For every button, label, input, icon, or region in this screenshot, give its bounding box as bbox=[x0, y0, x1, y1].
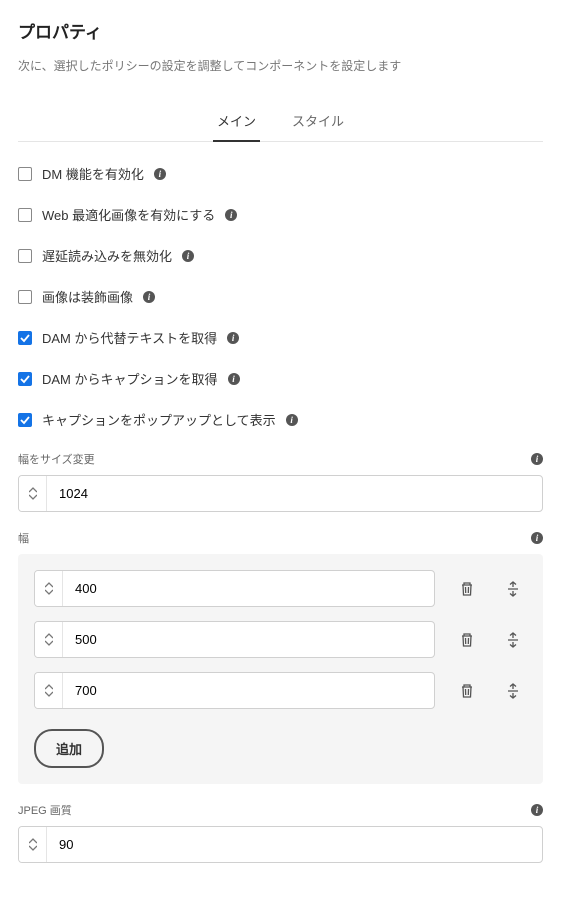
chevron-up-icon bbox=[29, 838, 37, 844]
tab-style[interactable]: スタイル bbox=[288, 103, 348, 142]
trash-icon bbox=[459, 632, 475, 648]
chevron-up-icon bbox=[45, 633, 53, 639]
checkbox-label-webopt: Web 最適化画像を有効にする bbox=[42, 205, 215, 224]
page-title: プロパティ bbox=[18, 18, 543, 43]
checkbox-row-damcaption: DAM からキャプションを取得 i bbox=[18, 369, 543, 388]
width-input[interactable] bbox=[63, 622, 434, 657]
chevron-up-icon bbox=[45, 582, 53, 588]
delete-button[interactable] bbox=[453, 575, 481, 603]
width-input-wrap bbox=[34, 570, 435, 607]
field-widths: 幅 i bbox=[18, 530, 543, 784]
checkbox-row-damalt: DAM から代替テキストを取得 i bbox=[18, 328, 543, 347]
info-icon[interactable]: i bbox=[286, 414, 298, 426]
checkbox-row-popupcaption: キャプションをポップアップとして表示 i bbox=[18, 410, 543, 429]
reorder-button[interactable] bbox=[499, 677, 527, 705]
width-row bbox=[34, 672, 527, 709]
tab-main[interactable]: メイン bbox=[213, 103, 260, 142]
info-icon[interactable]: i bbox=[154, 168, 166, 180]
chevron-down-icon bbox=[29, 494, 37, 500]
jpeg-quality-input-wrap bbox=[18, 826, 543, 863]
checkbox-webopt[interactable] bbox=[18, 208, 32, 222]
checkbox-label-popupcaption: キャプションをポップアップとして表示 bbox=[42, 410, 276, 429]
chevron-down-icon bbox=[45, 691, 53, 697]
tabs: メイン スタイル bbox=[18, 102, 543, 142]
checkbox-popupcaption[interactable] bbox=[18, 413, 32, 427]
checkbox-label-decorative: 画像は装飾画像 bbox=[42, 287, 133, 306]
widths-panel: 追加 bbox=[18, 554, 543, 784]
width-row bbox=[34, 570, 527, 607]
reorder-icon bbox=[505, 683, 521, 699]
reorder-button[interactable] bbox=[499, 626, 527, 654]
checkbox-lazy[interactable] bbox=[18, 249, 32, 263]
checkbox-row-webopt: Web 最適化画像を有効にする i bbox=[18, 205, 543, 224]
field-label-jpeg-quality: JPEG 画質 bbox=[18, 802, 72, 818]
checkbox-dm[interactable] bbox=[18, 167, 32, 181]
resize-width-input-wrap bbox=[18, 475, 543, 512]
width-input[interactable] bbox=[63, 571, 434, 606]
info-icon[interactable]: i bbox=[143, 291, 155, 303]
chevron-up-icon bbox=[29, 487, 37, 493]
field-label-resize-width: 幅をサイズ変更 bbox=[18, 451, 95, 467]
info-icon[interactable]: i bbox=[531, 804, 543, 816]
chevron-down-icon bbox=[45, 589, 53, 595]
field-resize-width: 幅をサイズ変更 i bbox=[18, 451, 543, 512]
stepper-jpeg-quality[interactable] bbox=[19, 827, 47, 862]
field-jpeg-quality: JPEG 画質 i bbox=[18, 802, 543, 863]
chevron-up-icon bbox=[45, 684, 53, 690]
resize-width-input[interactable] bbox=[47, 476, 542, 511]
checkbox-damalt[interactable] bbox=[18, 331, 32, 345]
width-input-wrap bbox=[34, 672, 435, 709]
chevron-down-icon bbox=[29, 845, 37, 851]
width-row bbox=[34, 621, 527, 658]
field-label-widths: 幅 bbox=[18, 530, 29, 546]
checkbox-label-damalt: DAM から代替テキストを取得 bbox=[42, 328, 217, 347]
stepper-resize-width[interactable] bbox=[19, 476, 47, 511]
reorder-button[interactable] bbox=[499, 575, 527, 603]
checkbox-row-lazy: 遅延読み込みを無効化 i bbox=[18, 246, 543, 265]
trash-icon bbox=[459, 683, 475, 699]
checkbox-row-dm: DM 機能を有効化 i bbox=[18, 164, 543, 183]
checkbox-label-damcaption: DAM からキャプションを取得 bbox=[42, 369, 218, 388]
info-icon[interactable]: i bbox=[228, 373, 240, 385]
page-subtitle: 次に、選択したポリシーの設定を調整してコンポーネントを設定します bbox=[18, 57, 543, 74]
info-icon[interactable]: i bbox=[227, 332, 239, 344]
add-button[interactable]: 追加 bbox=[34, 729, 104, 768]
info-icon[interactable]: i bbox=[225, 209, 237, 221]
delete-button[interactable] bbox=[453, 677, 481, 705]
checkbox-row-decorative: 画像は装飾画像 i bbox=[18, 287, 543, 306]
info-icon[interactable]: i bbox=[531, 532, 543, 544]
checkbox-decorative[interactable] bbox=[18, 290, 32, 304]
stepper-width[interactable] bbox=[35, 622, 63, 657]
info-icon[interactable]: i bbox=[182, 250, 194, 262]
trash-icon bbox=[459, 581, 475, 597]
chevron-down-icon bbox=[45, 640, 53, 646]
checkbox-label-dm: DM 機能を有効化 bbox=[42, 164, 144, 183]
reorder-icon bbox=[505, 632, 521, 648]
stepper-width[interactable] bbox=[35, 673, 63, 708]
reorder-icon bbox=[505, 581, 521, 597]
checkbox-label-lazy: 遅延読み込みを無効化 bbox=[42, 246, 172, 265]
jpeg-quality-input[interactable] bbox=[47, 827, 542, 862]
width-input[interactable] bbox=[63, 673, 434, 708]
delete-button[interactable] bbox=[453, 626, 481, 654]
checkbox-damcaption[interactable] bbox=[18, 372, 32, 386]
info-icon[interactable]: i bbox=[531, 453, 543, 465]
width-input-wrap bbox=[34, 621, 435, 658]
stepper-width[interactable] bbox=[35, 571, 63, 606]
